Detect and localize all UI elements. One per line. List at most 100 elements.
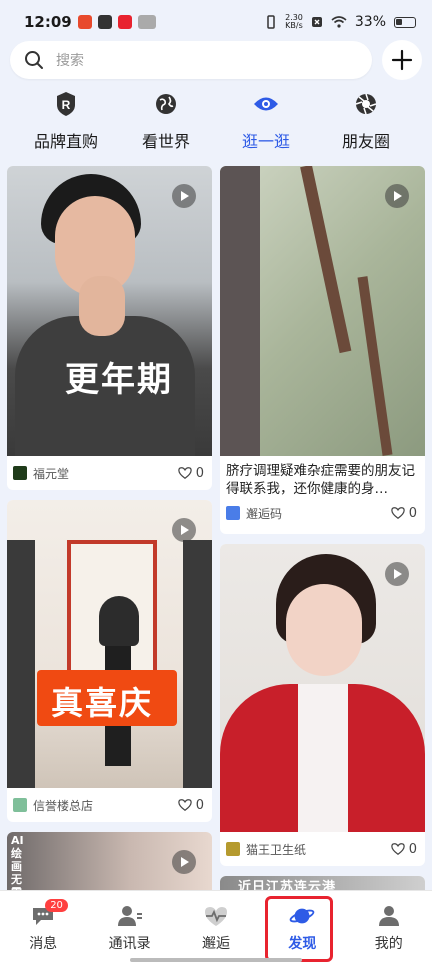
video-thumbnail [220,166,425,456]
nav-label: 我的 [374,935,403,952]
bottom-nav: 20 消息 通讯录 邂逅 发现 我的 [0,890,432,964]
notification-app-icon [97,15,112,29]
contacts-icon [117,903,143,929]
video-thumbnail: 真喜庆 [7,500,212,788]
brand-r-icon: R [52,90,80,118]
selection-highlight [265,896,333,962]
video-overlay-text: AI绘画无需 [11,834,24,890]
nav-encounter[interactable]: 邂逅 [178,903,254,953]
tab-see-world[interactable]: 看世界 [118,90,214,156]
video-overlay-text: 更年期 [65,360,173,400]
feed-grid: 更年期 福元堂 0 脐疗调理疑难杂症需要的朋友记得联系我，还你健康的身… 邂逅码 [0,166,432,890]
thumbnail-figure-hand [79,276,125,336]
svg-text:R: R [62,98,71,112]
notification-app-icon [77,15,92,29]
globe-icon [152,90,180,118]
like-button[interactable]: 0 [390,842,417,857]
search-icon [25,51,43,69]
feed-card[interactable]: 更年期 福元堂 0 [7,166,212,490]
like-count: 0 [408,505,417,521]
home-indicator[interactable] [130,958,302,962]
notification-app-icon [117,15,132,29]
like-button[interactable]: 0 [390,505,417,521]
search-input[interactable]: 搜索 [10,41,372,79]
like-button[interactable]: 0 [177,465,204,481]
battery-icon [394,16,416,28]
video-thumbnail: 近日江苏连云港 [220,876,425,890]
tab-moments[interactable]: 朋友圈 [318,90,414,156]
author-avatar [13,466,27,480]
wifi-icon [331,16,347,28]
author-avatar [13,798,27,812]
author-name: 福元堂 [33,466,70,481]
heart-icon [390,843,405,856]
feed-card[interactable]: 近日江苏连云港 [220,876,425,890]
tab-brand-direct[interactable]: R 品牌直购 [18,90,114,156]
unread-badge: 20 [45,898,68,912]
heart-icon [177,467,192,480]
play-icon [385,184,409,208]
card-meta: 邂逅码 0 [220,496,425,530]
network-speed: 2.30 KB/s [285,13,303,30]
thumbnail-door [183,540,212,788]
profile-icon [376,903,402,929]
thumbnail-figure-shirt [298,684,348,832]
nav-label: 通讯录 [108,935,151,952]
thumbnail-stripe [300,166,352,354]
video-thumbnail: 更年期 [7,166,212,456]
aperture-icon [352,90,380,118]
nav-label: 邂逅 [201,935,230,952]
search-placeholder: 搜索 [56,53,84,69]
tab-label: 朋友圈 [341,132,390,151]
feed-card[interactable]: 猫王卫生纸 0 [220,544,425,866]
card-meta: 猫王卫生纸 0 [220,832,425,866]
card-title: 脐疗调理疑难杂症需要的朋友记得联系我，还你健康的身… [226,463,415,496]
tab-label: 品牌直购 [33,132,98,151]
author-name: 猫王卫生纸 [246,842,307,857]
like-count: 0 [195,465,204,481]
like-button[interactable]: 0 [177,798,204,813]
feed-card[interactable]: 真喜庆 信誉楼总店 0 [7,500,212,822]
card-meta: 信誉楼总店 0 [7,788,212,822]
card-meta: 福元堂 0 [7,456,212,490]
thumbnail-door [7,540,35,788]
heart-icon [177,799,192,812]
status-bar: 12:09 2.30 KB/s 33% [0,0,432,44]
clock: 12:09 [24,13,72,31]
tab-browse[interactable]: 逛一逛 [218,90,314,156]
search-row: 搜索 [10,40,422,80]
card-author[interactable]: 福元堂 [13,465,69,482]
nav-contacts[interactable]: 通讯录 [92,903,168,953]
feed-card[interactable]: AI绘画无需 [7,832,212,890]
vibrate-icon [267,15,275,29]
play-icon [172,518,196,542]
notification-app-icon [137,15,156,29]
battery-percent: 33% [354,14,386,30]
video-thumbnail [220,544,425,832]
thumbnail-figure-face [286,584,362,676]
author-name: 信誉楼总店 [33,798,94,813]
discover-tabs: R 品牌直购 看世界 逛一逛 朋友圈 [0,90,432,156]
author-avatar [226,842,240,856]
add-button[interactable] [382,40,422,80]
nav-messages[interactable]: 20 消息 [5,898,81,953]
heart-icon [390,507,405,520]
play-icon [172,184,196,208]
feed-card[interactable]: 脐疗调理疑难杂症需要的朋友记得联系我，还你健康的身… 邂逅码 0 [220,166,425,534]
plus-icon [391,49,413,71]
thumbnail-stripe [357,276,393,456]
play-icon [172,850,196,874]
video-thumbnail: AI绘画无需 [7,832,212,890]
card-author[interactable]: 信誉楼总店 [13,797,93,814]
video-overlay-text: 近日江苏连云港 [238,880,337,890]
nav-me[interactable]: 我的 [351,903,427,953]
tab-label: 逛一逛 [241,132,290,151]
thumbnail-figure [99,596,139,646]
thumbnail-object [220,166,260,456]
card-author[interactable]: 邂逅码 [226,505,282,522]
no-sim-icon [311,17,322,27]
nav-label: 消息 [29,935,58,952]
card-author[interactable]: 猫王卫生纸 [226,841,306,858]
heartbeat-icon [203,903,229,929]
tab-label: 看世界 [141,132,190,151]
